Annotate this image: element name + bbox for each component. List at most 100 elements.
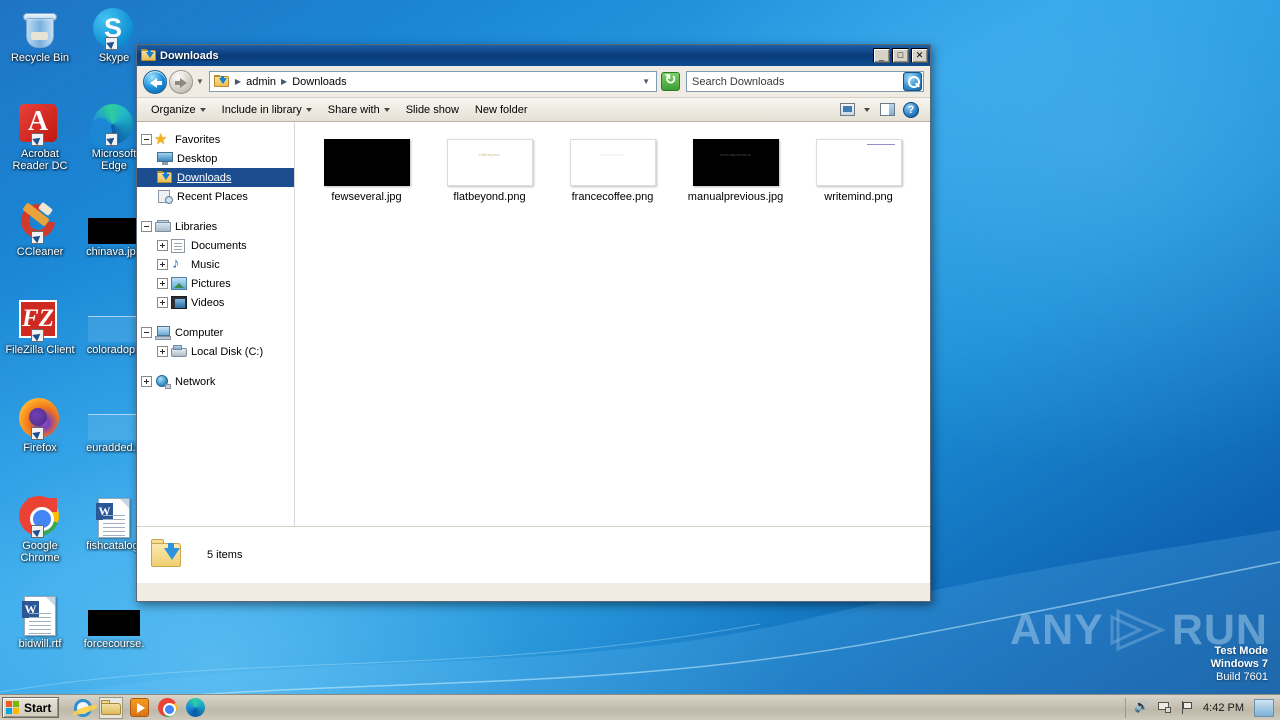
expand-expander-icon[interactable] (157, 297, 168, 308)
desktop-icon-filezilla[interactable]: FZ FileZilla Client (4, 296, 76, 356)
tree-label: Desktop (177, 152, 218, 165)
chevron-right-icon[interactable]: ▶ (278, 77, 290, 86)
close-button[interactable]: ✕ (911, 48, 928, 63)
tree-group-favorites[interactable]: Favorites (137, 130, 294, 149)
explorer-body: Favorites Desktop Downloads Recent Place… (137, 122, 930, 526)
search-box[interactable] (686, 71, 924, 92)
list-item[interactable]: writemind.png (797, 134, 920, 208)
collapse-expander-icon[interactable] (141, 221, 152, 232)
sidebar-item-downloads[interactable]: Downloads (137, 168, 294, 187)
videos-library-icon (171, 295, 187, 310)
tree-group-network[interactable]: Network (137, 372, 294, 391)
tree-group-computer[interactable]: Computer (137, 323, 294, 342)
desktop-icon-acrobat-reader[interactable]: A Acrobat Reader DC (4, 100, 76, 172)
desktop-icon-google-chrome[interactable]: Google Chrome (4, 492, 76, 564)
desktop-icon-firefox[interactable]: Firefox (4, 394, 76, 454)
taskbar-windows-media-player[interactable] (127, 697, 151, 719)
window-controls: _ □ ✕ (873, 48, 928, 63)
internet-explorer-icon (74, 698, 93, 717)
thumbnail-accent-line (866, 143, 895, 145)
list-item[interactable]: fewseveral.jpg (305, 134, 428, 208)
item-count-label: 5 items (207, 549, 243, 561)
windows-flag-icon (6, 700, 21, 715)
taskbar-internet-explorer[interactable] (71, 697, 95, 719)
file-grid: fewseveral.jpg flatbeyond flatbeyond.png… (305, 134, 920, 208)
taskbar-windows-explorer[interactable] (99, 696, 124, 719)
sidebar-item-desktop[interactable]: Desktop (137, 149, 294, 168)
minimize-button[interactable]: _ (873, 48, 890, 63)
change-view-dropdown[interactable] (860, 105, 874, 115)
taskbar-clock[interactable]: 4:42 PM (1203, 702, 1246, 714)
expand-expander-icon[interactable] (157, 259, 168, 270)
change-view-button[interactable] (836, 100, 858, 120)
sidebar-item-videos[interactable]: Videos (137, 293, 294, 312)
toolbar-organize[interactable]: Organize (143, 101, 214, 119)
toolbar-share-with[interactable]: Share with (320, 101, 398, 119)
show-preview-pane-icon (879, 103, 895, 116)
breadcrumb-segment-admin[interactable]: admin (244, 76, 278, 88)
sidebar-item-pictures[interactable]: Pictures (137, 274, 294, 293)
maximize-button[interactable]: □ (892, 48, 909, 63)
collapse-expander-icon[interactable] (141, 327, 152, 338)
recent-pages-dropdown[interactable]: ▼ (196, 77, 204, 86)
toolbar-include-in-library[interactable]: Include in library (214, 101, 320, 119)
show-desktop-button[interactable] (1254, 698, 1274, 717)
sidebar-item-local-disk-c[interactable]: Local Disk (C:) (137, 342, 294, 361)
address-breadcrumb-bar[interactable]: ▶ admin ▶ Downloads ▼ (208, 71, 657, 92)
file-thumbnail (815, 138, 902, 186)
desktop-icon-bidwill[interactable]: W bidwill.rtf (4, 590, 76, 650)
chevron-down-icon[interactable]: ▼ (638, 77, 654, 86)
list-item[interactable]: francecoffee francecoffee.png (551, 134, 674, 208)
microsoft-edge-icon (185, 698, 205, 717)
taskbar-google-chrome[interactable] (155, 697, 179, 719)
toolbar-new-folder[interactable]: New folder (467, 101, 536, 119)
expand-expander-icon[interactable] (157, 278, 168, 289)
list-item[interactable]: manualprevious manualprevious.jpg (674, 134, 797, 208)
navigation-pane: Favorites Desktop Downloads Recent Place… (137, 122, 295, 526)
search-icon[interactable] (903, 72, 922, 91)
anyrun-logo: ANY RUN (1010, 607, 1268, 653)
thumbnail-wrapper: flatbeyond (428, 136, 551, 188)
sidebar-item-recent-places[interactable]: Recent Places (137, 187, 294, 206)
search-input[interactable] (692, 75, 903, 88)
taskbar: Start 4:42 PM (0, 694, 1280, 720)
volume-icon[interactable] (1134, 699, 1149, 715)
toolbar-slide-show[interactable]: Slide show (398, 101, 467, 119)
taskbar-microsoft-edge[interactable] (183, 697, 207, 719)
tree-label: Network (175, 375, 216, 388)
expand-expander-icon[interactable] (157, 240, 168, 251)
windows-media-player-icon (129, 698, 149, 717)
window-title-bar[interactable]: Downloads _ □ ✕ (137, 45, 930, 66)
network-icon[interactable] (1157, 701, 1172, 715)
action-center-flag-icon[interactable] (1180, 700, 1195, 715)
collapse-expander-icon[interactable] (141, 134, 152, 145)
test-mode-line2: Windows 7 (1210, 658, 1268, 670)
list-item[interactable]: flatbeyond flatbeyond.png (428, 134, 551, 208)
start-button[interactable]: Start (2, 697, 60, 718)
expand-expander-icon[interactable] (141, 376, 152, 387)
file-list-pane[interactable]: fewseveral.jpg flatbeyond flatbeyond.png… (295, 122, 930, 526)
minimize-glyph: _ (878, 51, 884, 61)
chevron-right-icon[interactable]: ▶ (232, 77, 244, 86)
google-chrome-icon (4, 492, 76, 538)
forward-button[interactable] (169, 69, 193, 94)
sidebar-item-documents[interactable]: Documents (137, 236, 294, 255)
breadcrumb-segment-downloads[interactable]: Downloads (290, 76, 348, 88)
help-button[interactable]: ? (900, 100, 922, 120)
maximize-glyph: □ (897, 50, 904, 60)
sidebar-item-music[interactable]: Music (137, 255, 294, 274)
window-resize-grip[interactable] (915, 586, 929, 600)
refresh-button[interactable] (661, 71, 680, 91)
tree-group-libraries[interactable]: Libraries (137, 217, 294, 236)
desktop-icon-label: forcecourse. (83, 638, 145, 650)
expand-expander-icon[interactable] (157, 346, 168, 357)
show-preview-pane-button[interactable] (876, 100, 898, 120)
toolbar-label: Organize (151, 103, 196, 116)
file-thumbnail: manualprevious (692, 138, 779, 186)
system-tray: 4:42 PM (1125, 697, 1278, 718)
desktop-icon-ccleaner[interactable]: CCleaner (4, 197, 76, 258)
desktop-icon-recycle-bin[interactable]: Recycle Bin (4, 4, 76, 64)
back-button[interactable] (143, 69, 167, 94)
toolbar-right-group: ? (836, 100, 924, 120)
